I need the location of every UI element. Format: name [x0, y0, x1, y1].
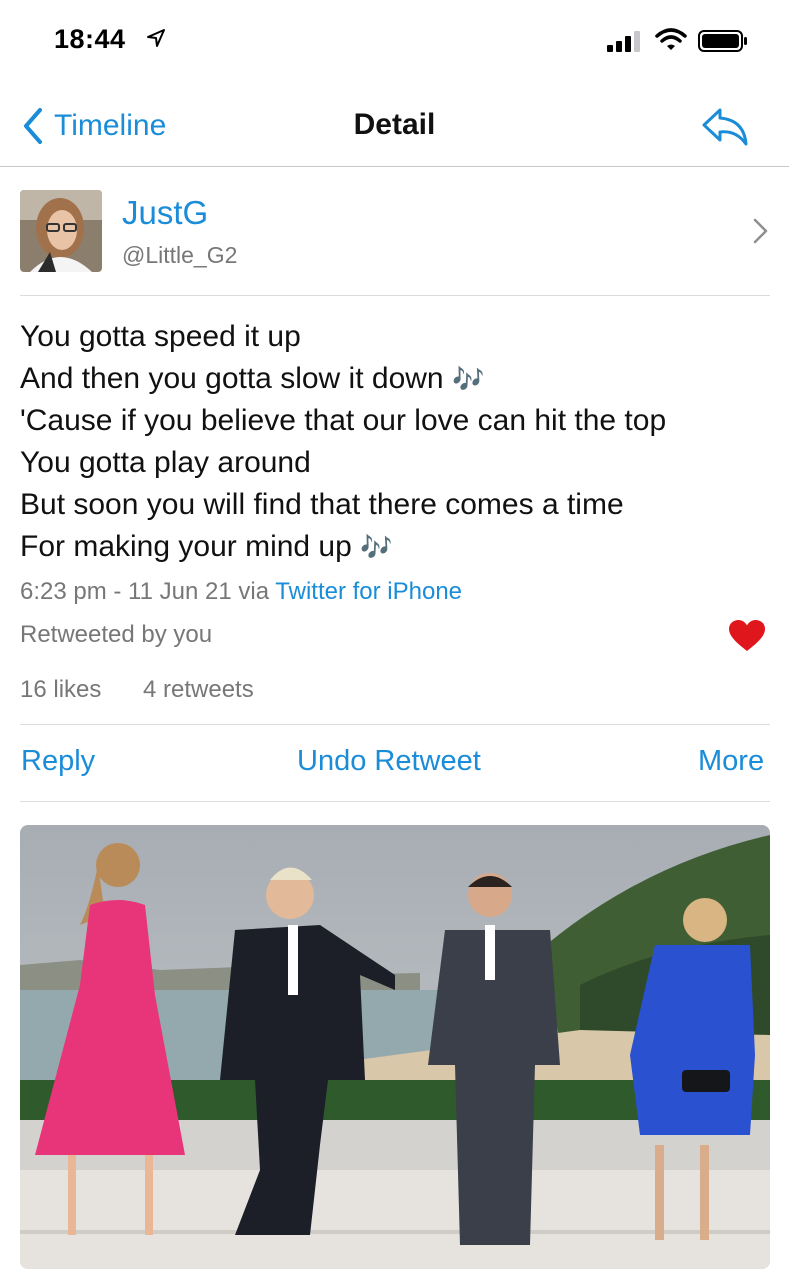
tweet-line: For making your mind up 🎶	[20, 530, 393, 563]
tweet-line: You gotta play around	[20, 446, 311, 479]
share-icon[interactable]	[700, 104, 750, 148]
nav-divider	[0, 166, 789, 167]
author-name[interactable]: JustG	[122, 194, 208, 232]
avatar[interactable]	[20, 190, 102, 272]
actions-divider	[20, 801, 770, 802]
tweet-meta: 6:23 pm - 11 Jun 21 via Twitter for iPho…	[20, 578, 462, 606]
reply-button[interactable]: Reply	[21, 745, 95, 778]
retweets-count[interactable]: 4 retweets	[143, 676, 254, 704]
heart-icon[interactable]	[728, 619, 766, 653]
battery-icon	[698, 30, 747, 52]
tweet-line: But soon you will find that there comes …	[20, 488, 624, 521]
location-arrow-icon	[147, 29, 165, 47]
tweet-source-link[interactable]: Twitter for iPhone	[275, 578, 462, 605]
status-time: 18:44	[54, 24, 126, 54]
wifi-icon	[655, 28, 687, 50]
tweet-timestamp: 6:23 pm - 11 Jun 21 via	[20, 578, 276, 605]
music-notes-emoji: 🎶	[360, 532, 393, 562]
page-title: Detail	[353, 108, 436, 141]
retweeted-by-label: Retweeted by you	[20, 621, 213, 648]
tweet-text: You gotta speed it up And then you gotta…	[20, 316, 780, 568]
more-button[interactable]: More	[698, 745, 764, 778]
music-notes-emoji: 🎶	[451, 364, 485, 394]
tweet-line: And then you gotta slow it down 🎶	[20, 362, 485, 395]
tweet-line: You gotta speed it up	[20, 320, 301, 353]
author-handle: @Little_G2	[122, 242, 238, 268]
signal-icon	[607, 31, 640, 52]
stats-divider	[20, 724, 770, 725]
author-divider	[20, 295, 770, 296]
chevron-right-icon[interactable]	[750, 216, 770, 246]
undo-retweet-button[interactable]: Undo Retweet	[297, 745, 481, 778]
tweet-photo[interactable]	[20, 825, 770, 1269]
tweet-line: 'Cause if you believe that our love can …	[20, 404, 667, 437]
likes-count[interactable]: 16 likes	[20, 676, 101, 704]
